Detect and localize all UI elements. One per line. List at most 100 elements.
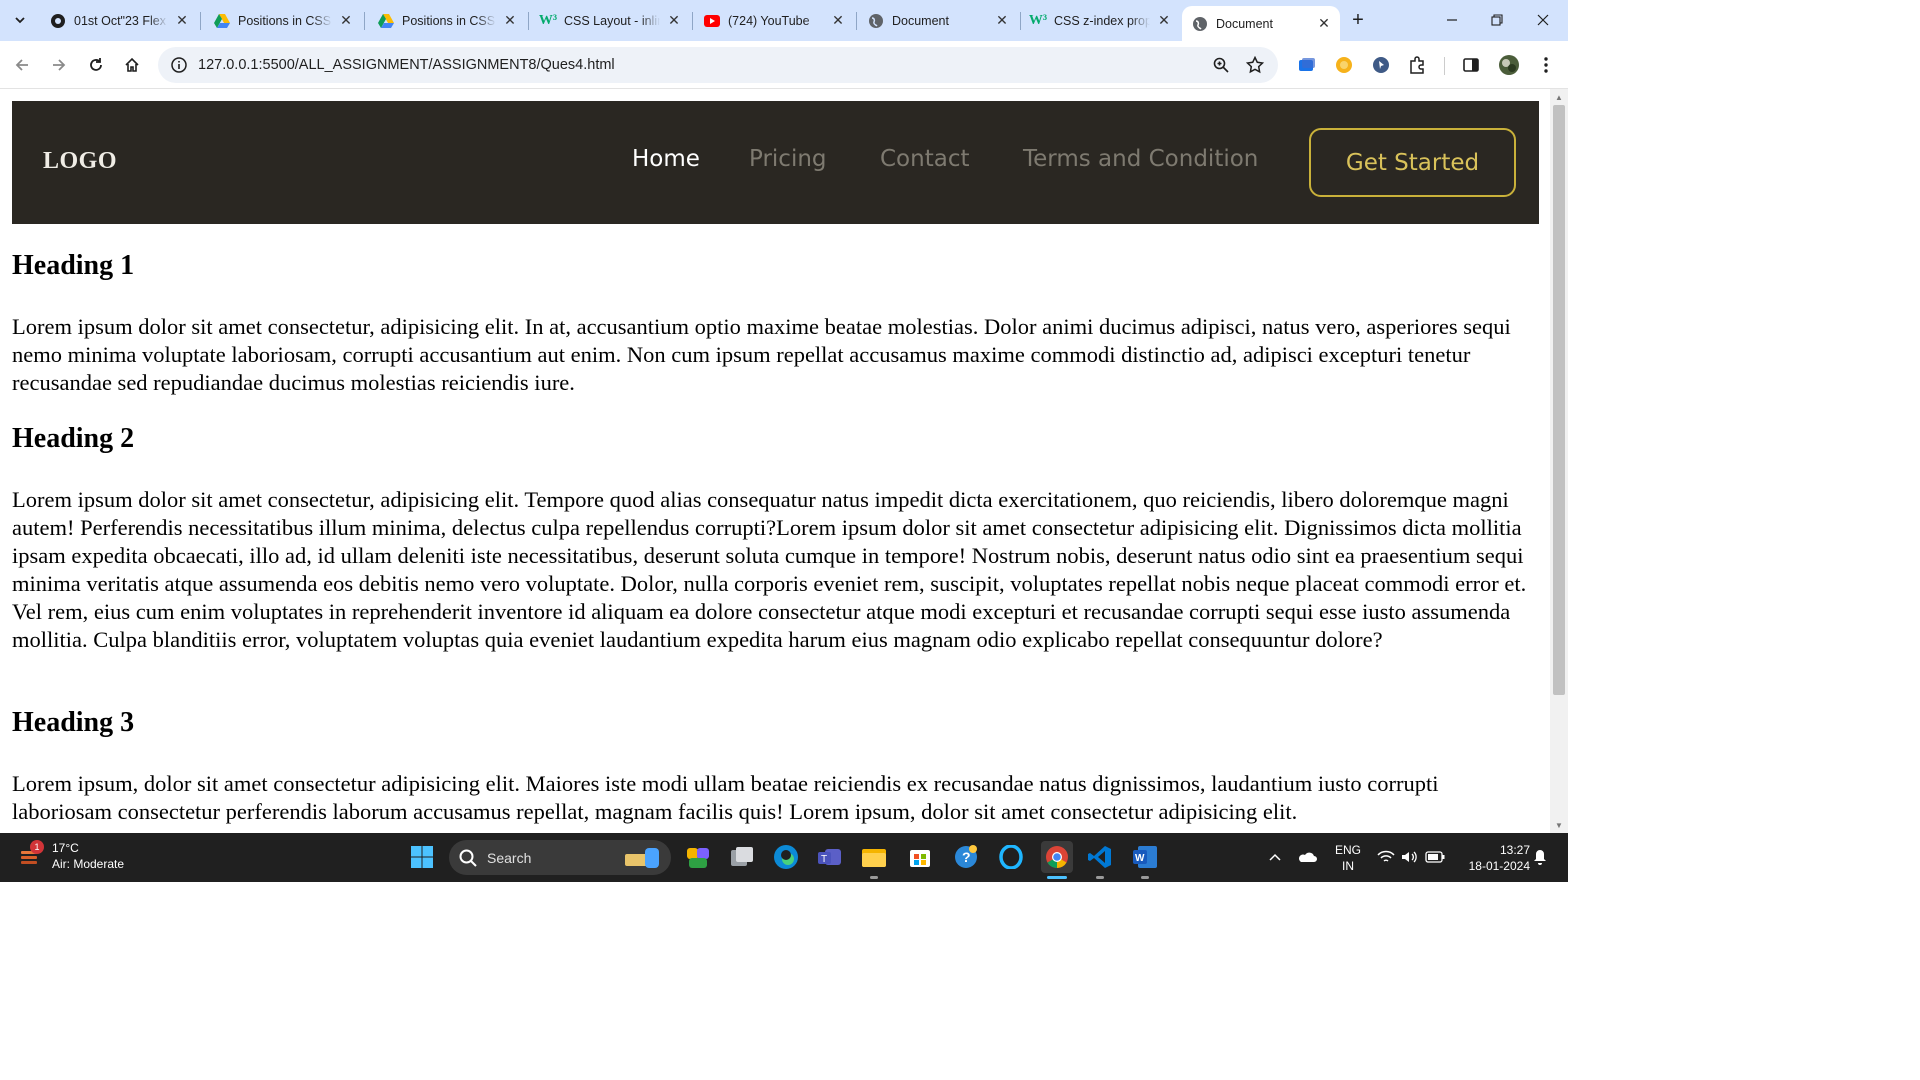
start-button[interactable] xyxy=(408,843,436,871)
tab-1[interactable]: 01st Oct"23 Flex ✕ xyxy=(40,6,198,35)
edge-icon[interactable] xyxy=(772,843,800,871)
tab-7[interactable]: W³ CSS z-index prop ✕ xyxy=(1022,6,1180,35)
weather-icon: 1 xyxy=(16,840,44,869)
avatar[interactable] xyxy=(1498,54,1520,76)
tab-4[interactable]: W³ CSS Layout - inline ✕ xyxy=(532,6,690,35)
chevron-down-icon xyxy=(15,17,25,24)
store-icon[interactable] xyxy=(906,843,934,871)
page-scrollbar[interactable]: ▲ ▼ xyxy=(1550,89,1568,833)
tab-3[interactable]: Positions in CSS ✕ xyxy=(368,6,526,35)
chrome-icon[interactable] xyxy=(1041,841,1073,873)
close-icon[interactable]: ✕ xyxy=(1156,12,1172,29)
extension-icon[interactable] xyxy=(1296,54,1318,76)
scroll-up-icon[interactable]: ▲ xyxy=(1554,92,1564,102)
nav-link-pricing[interactable]: Pricing xyxy=(749,146,827,172)
heading-1: Heading 1 xyxy=(12,250,135,281)
nav-link-home[interactable]: Home xyxy=(632,146,700,172)
home-icon xyxy=(125,57,139,72)
puzzle-icon[interactable] xyxy=(1406,54,1428,76)
clock[interactable]: 13:27 18-01-2024 xyxy=(1454,842,1530,874)
search-highlight-icon xyxy=(625,847,659,868)
page-viewport: LOGO Home Pricing Contact Terms and Cond… xyxy=(0,89,1550,833)
file-explorer-icon[interactable] xyxy=(860,843,888,871)
close-icon[interactable]: ✕ xyxy=(338,12,354,29)
new-tab-button[interactable]: + xyxy=(1347,9,1369,31)
forward-button[interactable] xyxy=(47,53,71,77)
weather-temp: 17°C xyxy=(52,841,79,855)
taskbar-search[interactable]: Search xyxy=(449,840,671,875)
svg-text:W: W xyxy=(1135,853,1145,864)
reload-button[interactable] xyxy=(84,53,108,77)
paragraph-1: Lorem ipsum dolor sit amet consectetur, … xyxy=(12,314,1511,395)
close-icon[interactable]: ✕ xyxy=(830,12,846,29)
w3schools-icon: W³ xyxy=(1028,12,1048,28)
language-indicator[interactable]: ENG IN xyxy=(1334,842,1362,874)
info-icon[interactable] xyxy=(170,56,188,74)
close-icon[interactable]: ✕ xyxy=(502,12,518,29)
scroll-down-icon[interactable]: ▼ xyxy=(1554,820,1564,830)
tab-title: 01st Oct"23 Flex xyxy=(74,13,166,28)
tab-strip: 01st Oct"23 Flex ✕ Positions in CSS ✕ Po… xyxy=(0,0,1568,41)
tab-search-button[interactable] xyxy=(8,8,32,32)
google-drive-icon xyxy=(378,13,394,29)
onedrive-icon[interactable] xyxy=(1294,843,1320,871)
notification-badge: 1 xyxy=(30,840,44,854)
arrow-right-icon xyxy=(53,59,66,71)
nav-link-contact[interactable]: Contact xyxy=(880,146,969,172)
restore-button[interactable] xyxy=(1485,8,1509,32)
browser-toolbar: 127.0.0.1:5500/ALL_ASSIGNMENT/ASSIGNMENT… xyxy=(0,41,1568,89)
site-logo[interactable]: LOGO xyxy=(43,148,117,175)
tab-title: CSS Layout - inline xyxy=(564,13,660,28)
url-text[interactable]: 127.0.0.1:5500/ALL_ASSIGNMENT/ASSIGNMENT… xyxy=(198,57,1210,73)
tab-title: Positions in CSS xyxy=(238,13,332,28)
zoom-icon[interactable] xyxy=(1210,54,1232,76)
task-view-icon[interactable] xyxy=(728,843,756,871)
tab-2[interactable]: Positions in CSS ✕ xyxy=(204,6,362,35)
tab-5[interactable]: (724) YouTube ✕ xyxy=(696,6,854,35)
menu-dots-icon[interactable] xyxy=(1535,54,1557,76)
volume-icon[interactable] xyxy=(1398,843,1422,871)
tab-8-active[interactable]: Document ✕ xyxy=(1182,6,1340,41)
close-icon[interactable]: ✕ xyxy=(1316,15,1332,32)
get-started-button[interactable]: Get Started xyxy=(1309,128,1516,197)
wifi-icon[interactable] xyxy=(1374,843,1398,871)
side-panel-icon[interactable] xyxy=(1460,54,1482,76)
bookmark-star-icon[interactable] xyxy=(1244,54,1266,76)
word-icon[interactable]: W xyxy=(1131,843,1159,871)
minimize-icon xyxy=(1447,19,1457,21)
close-icon xyxy=(1537,14,1549,26)
tray-chevron-icon[interactable] xyxy=(1262,843,1288,871)
extension-icon[interactable] xyxy=(1370,54,1392,76)
battery-icon[interactable] xyxy=(1422,843,1448,871)
restore-icon xyxy=(1491,14,1503,26)
home-button[interactable] xyxy=(120,53,144,77)
tab-6[interactable]: Document ✕ xyxy=(860,6,1018,35)
paragraph-2: Lorem ipsum dolor sit amet consectetur, … xyxy=(12,487,1527,652)
tab-title: (724) YouTube xyxy=(728,13,810,28)
heading-3: Heading 3 xyxy=(12,707,135,738)
windows-icon xyxy=(411,846,433,868)
close-icon[interactable]: ✕ xyxy=(666,12,682,29)
arrow-left-icon xyxy=(15,59,28,71)
web-icon xyxy=(50,13,66,29)
close-window-button[interactable] xyxy=(1531,8,1555,32)
clock-time: 13:27 xyxy=(1499,843,1530,857)
close-icon[interactable]: ✕ xyxy=(994,12,1010,29)
minimize-button[interactable] xyxy=(1440,8,1464,32)
tab-title: Positions in CSS xyxy=(402,13,496,28)
opera-icon[interactable] xyxy=(997,843,1025,871)
scrollbar-thumb[interactable] xyxy=(1553,105,1565,695)
vscode-icon[interactable] xyxy=(1086,843,1114,871)
nav-link-terms[interactable]: Terms and Condition xyxy=(1023,146,1258,172)
help-icon[interactable]: ? xyxy=(952,843,980,871)
teams-icon[interactable]: T xyxy=(816,843,844,871)
copilot-icon[interactable] xyxy=(684,843,712,871)
back-button[interactable] xyxy=(10,53,34,77)
weather-widget[interactable]: 1 17°C Air: Moderate xyxy=(16,840,124,872)
notification-bell-icon[interactable] xyxy=(1530,843,1550,871)
extension-icon[interactable] xyxy=(1333,54,1355,76)
close-icon[interactable]: ✕ xyxy=(174,12,190,29)
svg-text:?: ? xyxy=(962,849,971,865)
svg-text:T: T xyxy=(821,854,827,865)
address-bar[interactable]: 127.0.0.1:5500/ALL_ASSIGNMENT/ASSIGNMENT… xyxy=(158,47,1278,83)
